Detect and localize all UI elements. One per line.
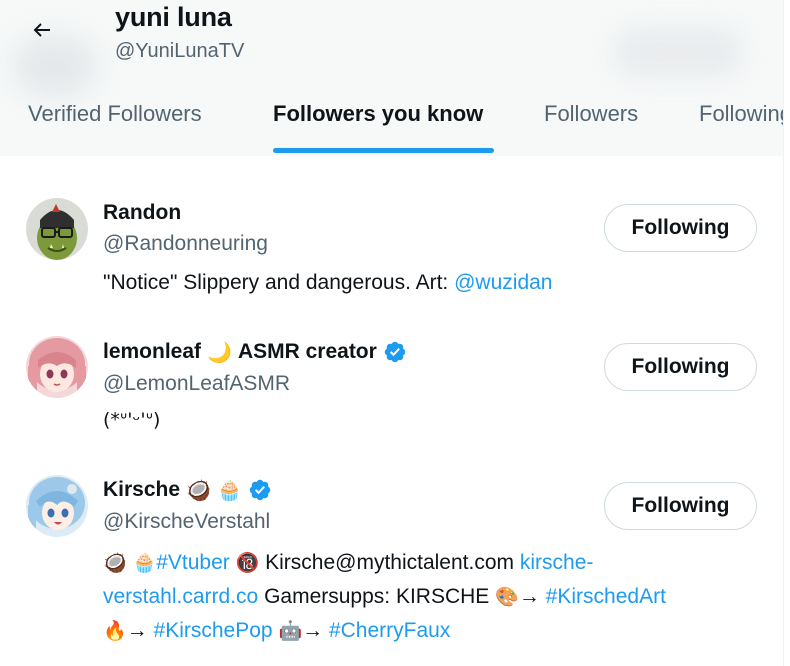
back-button[interactable] [24, 12, 60, 48]
bio-website-link-part1: kirsche- [519, 551, 594, 574]
profile-header: yuni luna @YuniLunaTV Verified Followers… [0, 0, 784, 156]
page-handle: @YuniLunaTV [115, 40, 245, 62]
tab-verified-followers[interactable]: Verified Followers [28, 101, 202, 127]
bio-text: "Notice" Slippery and dangerous. Art: [103, 271, 455, 294]
coconut-emoji: 🥥 [186, 478, 211, 502]
user-bio: (*ᐡ'ᵕ'ᐡ) [103, 409, 161, 431]
user-name[interactable]: Kirsche 🥥 🧁 [103, 478, 272, 502]
user-name-text: Kirsche [103, 478, 181, 501]
list-item[interactable]: lemonleaf 🌙 ASMR creator @LemonLeafASMR … [0, 296, 783, 436]
verified-badge-icon [384, 341, 406, 363]
following-button[interactable]: Following [604, 343, 757, 391]
bio-website-link-part2: verstahl.carrd.co [103, 585, 259, 608]
user-bio: 🥥 🧁#Vtuber 🔞 Kirsche@mythictalent.com ki… [103, 551, 666, 642]
bio-sponsor-text: Gamersupps: KIRSCHE [264, 585, 490, 608]
hashtag-link[interactable]: #KirschedArt [546, 585, 666, 608]
avatar[interactable] [26, 336, 88, 398]
crescent-moon-emoji: 🌙 [207, 340, 232, 364]
list-item[interactable]: Randon @Randonneuring Following "Notice"… [0, 156, 783, 296]
palette-emoji: 🎨 [495, 586, 519, 608]
robot-emoji: 🤖 [278, 620, 303, 642]
anime-girl-avatar-image [26, 336, 88, 398]
cupcake-emoji: 🧁 [132, 552, 157, 574]
no-under-18-emoji: 🔞 [235, 552, 260, 574]
user-list: Randon @Randonneuring Following "Notice"… [0, 156, 784, 666]
user-handle[interactable]: @KirscheVerstahl [103, 510, 270, 534]
coconut-emoji: 🥥 [103, 552, 127, 574]
back-arrow-icon [33, 23, 50, 37]
hashtag-link[interactable]: #CherryFaux [329, 619, 450, 642]
active-tab-indicator [273, 148, 494, 153]
avatar[interactable] [26, 475, 88, 537]
user-name-suffix: ASMR creator [237, 340, 377, 363]
list-item[interactable]: Kirsche 🥥 🧁 @KirscheVerstahl Following 🥥… [0, 436, 783, 666]
bio-mention-link[interactable]: @wuzidan [454, 271, 552, 294]
hashtag-link[interactable]: #Vtuber [156, 551, 230, 574]
tab-followers[interactable]: Followers [544, 101, 638, 127]
avatar[interactable] [26, 198, 88, 260]
user-name[interactable]: Randon [103, 201, 181, 225]
user-bio: "Notice" Slippery and dangerous. Art: @w… [103, 267, 763, 299]
orc-avatar-image [26, 198, 88, 260]
following-button[interactable]: Following [604, 204, 757, 252]
blurred-button [612, 26, 744, 78]
verified-badge-icon [249, 479, 271, 501]
bio-email: Kirsche@mythictalent.com [265, 551, 515, 574]
user-handle[interactable]: @LemonLeafASMR [103, 372, 290, 396]
tab-following[interactable]: Following [699, 101, 783, 127]
cupcake-emoji: 🧁 [216, 478, 242, 502]
fire-emoji: 🔥 [103, 620, 127, 642]
following-button[interactable]: Following [604, 482, 757, 530]
user-name-text: Randon [103, 201, 182, 224]
user-name[interactable]: lemonleaf 🌙 ASMR creator [103, 340, 407, 364]
user-handle[interactable]: @Randonneuring [103, 232, 268, 256]
tab-bar: Verified Followers Followers you know Fo… [0, 88, 783, 154]
page-title: yuni luna [115, 2, 232, 32]
hashtag-link[interactable]: #KirschePop [154, 619, 273, 642]
user-name-text: lemonleaf [103, 340, 202, 363]
tab-followers-you-know[interactable]: Followers you know [273, 101, 483, 127]
anime-vtuber-avatar-image [26, 475, 88, 537]
